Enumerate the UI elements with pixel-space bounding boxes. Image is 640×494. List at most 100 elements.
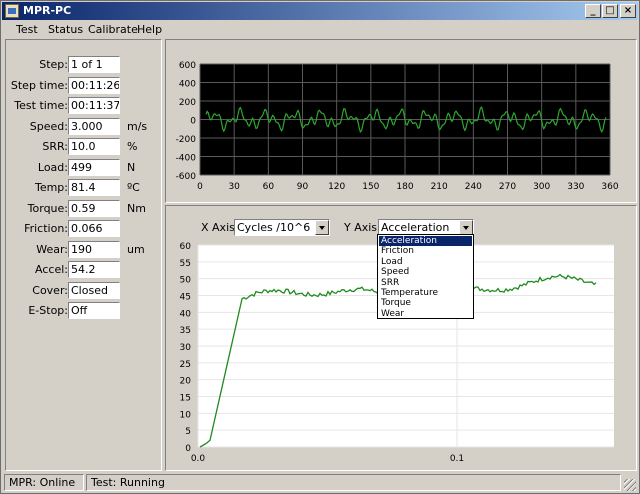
dropdown-option[interactable]: Torque bbox=[379, 298, 472, 308]
minimize-button[interactable]: _ bbox=[585, 4, 601, 18]
dropdown-option[interactable]: Temperature bbox=[379, 288, 472, 298]
field-label: E-Stop: bbox=[28, 304, 68, 317]
waveform-panel: 600 400 200 0 -200 -400 -600 0 30 60 90 120 150 180 21… bbox=[165, 39, 637, 203]
field-row: SRR: 10.0% bbox=[6, 138, 163, 155]
field-row: Torque: 0.59 Nm bbox=[6, 199, 163, 217]
field-label: Load: bbox=[37, 160, 68, 174]
field-label: Friction: bbox=[24, 222, 68, 235]
resize-grip[interactable] bbox=[624, 479, 636, 491]
waveform-chart: 6004002000-200-400-6000 30 60 90 120 150 180 21… bbox=[176, 61, 619, 192]
y-tick-label: 35 bbox=[180, 326, 191, 336]
field-value: Off bbox=[68, 302, 120, 319]
dropdown-option[interactable]: Speed bbox=[379, 267, 472, 277]
dropdown-option[interactable]: Wear bbox=[379, 309, 472, 319]
field-row: E-Stop: Off bbox=[6, 302, 163, 319]
menu-help[interactable]: Help bbox=[137, 23, 162, 36]
dropdown-option[interactable]: Friction bbox=[379, 246, 472, 256]
x-tick-label: 0.0 bbox=[191, 454, 206, 464]
field-row: Temp: 81.4 ºC bbox=[6, 179, 163, 196]
menu-bar: Test Status Calibrate Help bbox=[2, 20, 638, 40]
app-icon[interactable] bbox=[5, 4, 19, 18]
menu-status[interactable]: Status bbox=[48, 23, 83, 36]
field-label: Step time: bbox=[10, 78, 68, 92]
field-row: Test time: 00:11:37 bbox=[6, 97, 163, 114]
x-tick-label: 240 bbox=[465, 182, 482, 192]
menu-test[interactable]: Test bbox=[16, 23, 38, 36]
y-tick-label: 60 bbox=[180, 242, 192, 252]
field-value: 190 bbox=[68, 240, 120, 258]
field-value: 00:11:26 bbox=[68, 76, 120, 94]
dropdown-option[interactable]: Acceleration bbox=[379, 236, 472, 246]
field-row: Step: 1 of 1 bbox=[6, 56, 163, 73]
x-tick-label: 360 bbox=[601, 182, 618, 192]
y-tick-label: 45 bbox=[180, 293, 191, 303]
y-tick-label: 0 bbox=[185, 444, 191, 454]
x-tick-label: 0.1 bbox=[450, 454, 464, 464]
field-row: Step time: 00:11:26 bbox=[6, 76, 163, 94]
field-row: Load: 499 N bbox=[6, 158, 163, 176]
y-tick-label: 50 bbox=[180, 276, 192, 286]
x-tick-label: 90 bbox=[297, 182, 309, 192]
y-tick-label: 40 bbox=[180, 309, 192, 319]
field-label: Test time: bbox=[14, 99, 68, 112]
connection-status: MPR: Online bbox=[4, 474, 84, 491]
field-row: Friction: 0.066 bbox=[6, 220, 163, 237]
field-label: Cover: bbox=[32, 283, 68, 297]
window-title: MPR-PC bbox=[23, 4, 72, 17]
field-unit: ºC bbox=[127, 181, 140, 194]
y-tick-label: 25 bbox=[180, 360, 191, 370]
field-label: Torque: bbox=[27, 201, 68, 215]
x-tick-label: 300 bbox=[533, 182, 550, 192]
field-row: Wear: 190 um bbox=[6, 240, 163, 258]
dropdown-option[interactable]: SRR bbox=[379, 278, 472, 288]
main-window: MPR-PC _ □ × Test Status Calibrate Help … bbox=[0, 0, 640, 494]
field-label: Speed: bbox=[29, 119, 68, 133]
x-tick-label: 180 bbox=[396, 182, 413, 192]
field-label: Step: bbox=[39, 58, 68, 71]
field-unit: N bbox=[127, 160, 136, 174]
test-status: Test: Running bbox=[86, 474, 621, 491]
field-unit: Nm bbox=[127, 201, 146, 215]
field-unit: m/s bbox=[127, 119, 148, 133]
field-row: Accel: 54.2 bbox=[6, 261, 163, 278]
field-value: 499 bbox=[68, 158, 120, 176]
x-tick-label: 150 bbox=[362, 182, 379, 192]
y-tick-label: 600 bbox=[179, 61, 196, 71]
field-label: Accel: bbox=[35, 263, 68, 276]
y-tick-label: 400 bbox=[179, 80, 196, 90]
close-button[interactable]: × bbox=[620, 4, 636, 18]
y-tick-label: 10 bbox=[180, 410, 192, 420]
field-value: 10.0 bbox=[68, 138, 120, 155]
x-tick-label: 120 bbox=[328, 182, 345, 192]
x-tick-label: 270 bbox=[499, 182, 516, 192]
field-value: 54.2 bbox=[68, 261, 120, 278]
menu-calibrate[interactable]: Calibrate bbox=[88, 23, 138, 36]
field-row: Cover: Closed bbox=[6, 281, 163, 299]
y-tick-label: 15 bbox=[180, 394, 191, 404]
field-unit: um bbox=[127, 242, 145, 256]
field-value: 00:11:37 bbox=[68, 97, 120, 114]
dropdown-option[interactable]: Load bbox=[379, 257, 472, 267]
field-value: 3.000 bbox=[68, 117, 120, 135]
y-tick-label: 30 bbox=[180, 343, 192, 353]
field-label: SRR: bbox=[42, 140, 68, 153]
status-bar: MPR: Online Test: Running bbox=[2, 473, 638, 493]
field-label: Wear: bbox=[36, 242, 68, 256]
title-bar[interactable]: MPR-PC _ □ × bbox=[2, 2, 638, 20]
field-value: 0.066 bbox=[68, 220, 120, 237]
x-tick-label: 210 bbox=[431, 182, 448, 192]
y-tick-label: 55 bbox=[180, 259, 191, 269]
field-row: Speed: 3.000 m/s bbox=[6, 117, 163, 135]
x-tick-label: 0 bbox=[197, 182, 203, 192]
x-tick-label: 30 bbox=[228, 182, 240, 192]
y-axis-dropdown-list: Acceleration Friction Load Speed SRR Temperat… bbox=[377, 234, 474, 319]
x-tick-label: 60 bbox=[263, 182, 275, 192]
y-tick-label: 0 bbox=[190, 117, 196, 127]
y-tick-label: -400 bbox=[176, 154, 197, 164]
y-tick-label: -600 bbox=[176, 172, 197, 182]
y-tick-label: -200 bbox=[176, 135, 197, 145]
field-value: 0.59 bbox=[68, 199, 120, 217]
maximize-button[interactable]: □ bbox=[602, 4, 618, 18]
y-tick-label: 200 bbox=[179, 98, 196, 108]
field-label: Temp: bbox=[34, 181, 68, 194]
